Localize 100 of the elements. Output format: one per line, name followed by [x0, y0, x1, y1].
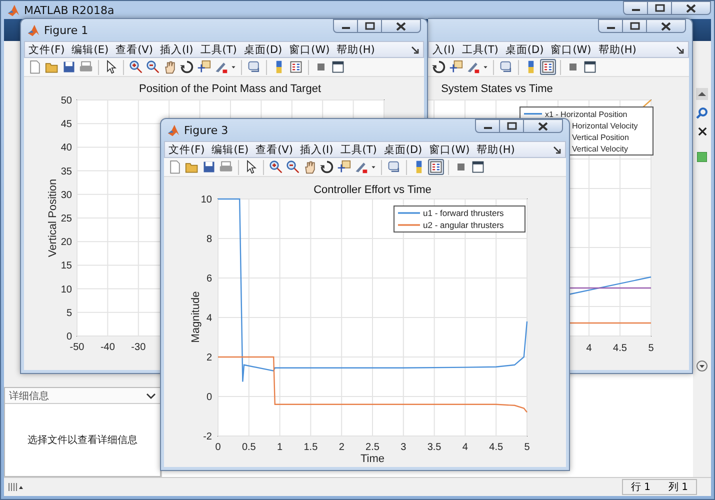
search-icon[interactable] — [696, 107, 708, 119]
minimize-button[interactable] — [333, 19, 358, 33]
maximize-button[interactable] — [499, 119, 524, 133]
plot-title: System States vs Time — [441, 83, 553, 95]
minimize-button[interactable] — [623, 1, 648, 15]
tick-label: -2 — [203, 432, 212, 442]
status-icon — [697, 152, 707, 162]
window-title: Figure 1 — [44, 24, 88, 36]
tick-label: 8 — [206, 234, 212, 245]
menu-item[interactable]: 桌面(D) — [502, 42, 548, 56]
window-title: Figure 3 — [184, 124, 228, 136]
close-button[interactable] — [646, 19, 686, 33]
close-icon — [538, 122, 548, 130]
chevron-icon[interactable] — [146, 392, 156, 398]
rotate-icon[interactable] — [319, 159, 335, 175]
menu-item[interactable]: 查看(V) — [112, 42, 156, 56]
column-indicator: 列 1 — [668, 481, 688, 494]
menu-item[interactable]: 帮助(H) — [594, 42, 640, 56]
tick-label: -50 — [70, 342, 84, 353]
legend-icon[interactable] — [540, 59, 556, 75]
tick-label: -40 — [100, 342, 115, 353]
dock-icon[interactable] — [676, 46, 684, 54]
menu-item[interactable]: 工具(T) — [196, 42, 240, 56]
menu-item[interactable]: 入(I) — [429, 42, 458, 56]
details-header[interactable]: 详细信息 — [5, 388, 160, 404]
axis-label: Magnitude — [190, 291, 202, 343]
menu-item[interactable]: 工具(T) — [458, 42, 502, 56]
dock-icon[interactable] — [411, 46, 419, 54]
menu-item[interactable]: 文件(F) — [25, 42, 68, 56]
menu-item[interactable]: 插入(I) — [296, 142, 337, 156]
panel-icon[interactable] — [582, 59, 598, 75]
panel-icon[interactable] — [470, 159, 486, 175]
close-icon[interactable] — [698, 127, 706, 136]
panel-icon[interactable] — [330, 59, 346, 75]
zoom-out-icon[interactable] — [285, 159, 301, 175]
legend-icon[interactable] — [428, 159, 444, 175]
menu-item[interactable]: 查看(V) — [252, 142, 296, 156]
details-message: 选择文件以查看详细信息 — [28, 434, 138, 447]
maximize-button[interactable] — [647, 1, 672, 15]
data-cursor-icon[interactable] — [336, 159, 352, 175]
tick-label: 2 — [206, 352, 212, 364]
menu-item[interactable]: 编辑(E) — [208, 142, 252, 156]
tick-label: 10 — [200, 194, 212, 206]
menu-item[interactable]: 编辑(E) — [68, 42, 112, 56]
menu-item[interactable]: 窗口(W) — [547, 42, 595, 56]
tick-label: 0.5 — [242, 442, 256, 453]
link-icon[interactable] — [246, 59, 262, 75]
link-icon[interactable] — [386, 159, 402, 175]
maximize-icon — [506, 122, 516, 130]
tick-label: 30 — [60, 190, 72, 201]
tick-label: 5 — [524, 442, 530, 453]
save-icon[interactable] — [201, 159, 217, 175]
legend-label: u2 - angular thrusters — [423, 220, 504, 230]
hand-icon[interactable] — [302, 159, 318, 175]
menu-item[interactable]: 帮助(H) — [473, 142, 518, 156]
rotate-icon[interactable] — [431, 59, 447, 75]
tick-label: 5 — [648, 343, 654, 354]
tick-label: 1 — [277, 442, 283, 453]
scroll-up-icon[interactable] — [696, 88, 708, 100]
maximize-button[interactable] — [357, 19, 382, 33]
tick-label: 5 — [66, 308, 72, 319]
menu-item[interactable]: 窗口(W) — [426, 142, 474, 156]
close-icon — [661, 22, 671, 30]
peak-logo-icon — [7, 4, 20, 16]
menu-item[interactable]: 桌面(D) — [240, 42, 286, 56]
menu-item[interactable]: 窗口(W) — [286, 42, 334, 56]
link-icon[interactable] — [498, 59, 514, 75]
dock-icon[interactable] — [553, 146, 561, 154]
zoom-out-icon[interactable] — [145, 59, 161, 75]
tick-label: 2.5 — [366, 442, 380, 453]
dropdown-icon[interactable] — [696, 360, 708, 372]
menu-item[interactable]: 文件(F) — [165, 142, 208, 156]
legend-icon[interactable] — [288, 59, 304, 75]
menu-item[interactable]: 帮助(H) — [333, 42, 378, 56]
close-button[interactable] — [671, 1, 711, 15]
tick-label: 50 — [60, 96, 72, 106]
zoom-in-icon[interactable] — [128, 59, 144, 75]
menu-item[interactable]: 工具(T) — [336, 142, 380, 156]
close-button[interactable] — [523, 119, 563, 133]
zoom-in-icon[interactable] — [268, 159, 284, 175]
data-cursor-icon[interactable] — [196, 59, 212, 75]
legend-label: Vertical Position — [572, 133, 629, 142]
tick-label: 3 — [400, 442, 406, 453]
minimize-button[interactable] — [598, 19, 623, 33]
rotate-icon[interactable] — [179, 59, 195, 75]
save-icon[interactable] — [61, 59, 77, 75]
grip-icon[interactable] — [8, 482, 24, 492]
minimize-button[interactable] — [475, 119, 500, 133]
tick-label: 3.5 — [427, 442, 442, 453]
menu-item[interactable]: 插入(I) — [156, 42, 197, 56]
menu-item[interactable]: 桌面(D) — [380, 142, 426, 156]
hand-icon[interactable] — [162, 59, 178, 75]
tick-label: 20 — [60, 237, 72, 248]
close-button[interactable] — [381, 19, 421, 33]
axis-label: Vertical Position — [47, 178, 59, 258]
tick-label: 2 — [338, 442, 344, 453]
maximize-button[interactable] — [622, 19, 647, 33]
data-cursor-icon[interactable] — [448, 59, 464, 75]
tick-label: 0 — [215, 442, 221, 453]
peak-logo-icon — [27, 24, 40, 36]
